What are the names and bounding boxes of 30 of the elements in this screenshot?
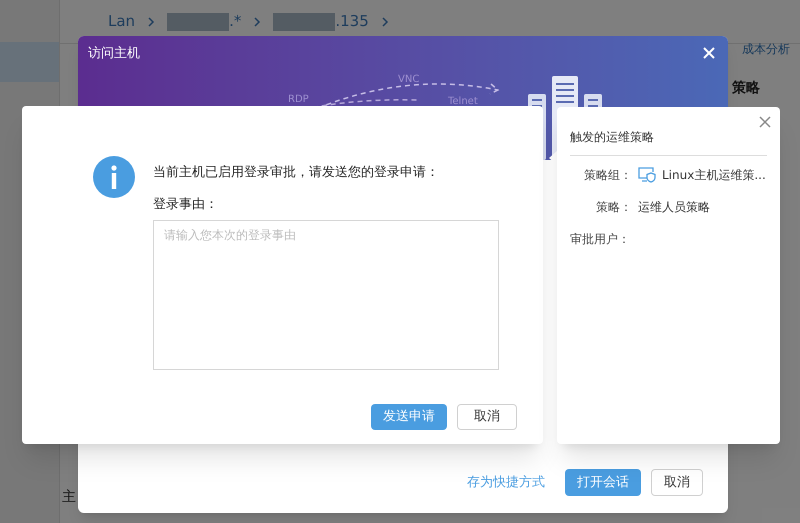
section-heading: 策略 — [732, 79, 760, 98]
link[interactable]: 成本分析 — [742, 40, 790, 58]
save-shortcut-link[interactable]: 存为快捷方式 — [467, 472, 545, 492]
breadcrumb-item[interactable]: Lan — [108, 10, 136, 33]
chevron-right-icon — [380, 16, 389, 26]
field-value: Linux主机运维策... — [662, 167, 766, 184]
dialog-title: 访问主机 — [88, 45, 140, 63]
field-label: 策略组： — [583, 167, 632, 184]
approval-message: 当前主机已启用登录审批，请发送您的登录申请： — [153, 164, 440, 182]
field-label: 策略： — [595, 199, 632, 216]
reason-input[interactable]: 请输入您本次的登录事由 — [153, 220, 499, 370]
breadcrumb-item[interactable]: .135 — [335, 10, 369, 33]
primary-button[interactable]: 打开会话 — [565, 469, 641, 496]
chevron-right-icon — [253, 16, 262, 26]
protocol-label: VNC — [398, 73, 420, 87]
protocol-label: RDP — [288, 93, 309, 107]
primary-button[interactable]: 发送申请 — [371, 404, 447, 430]
field-label: 登录事由： — [153, 196, 219, 214]
popover-title: 触发的运维策略 — [570, 128, 767, 156]
label: 主 — [62, 488, 76, 507]
cancel-button[interactable]: 取消 — [651, 469, 703, 496]
cancel-button[interactable]: 取消 — [457, 404, 517, 430]
info-icon — [93, 156, 135, 198]
monitor-shield-icon — [638, 167, 656, 183]
breadcrumb-item[interactable]: .* — [229, 10, 242, 33]
field-label: 审批用户： — [570, 231, 630, 248]
chevron-right-icon — [147, 16, 156, 26]
close-icon[interactable] — [759, 116, 771, 128]
field-value: 运维人员策略 — [638, 199, 710, 216]
protocol-label: Telnet — [448, 95, 478, 109]
